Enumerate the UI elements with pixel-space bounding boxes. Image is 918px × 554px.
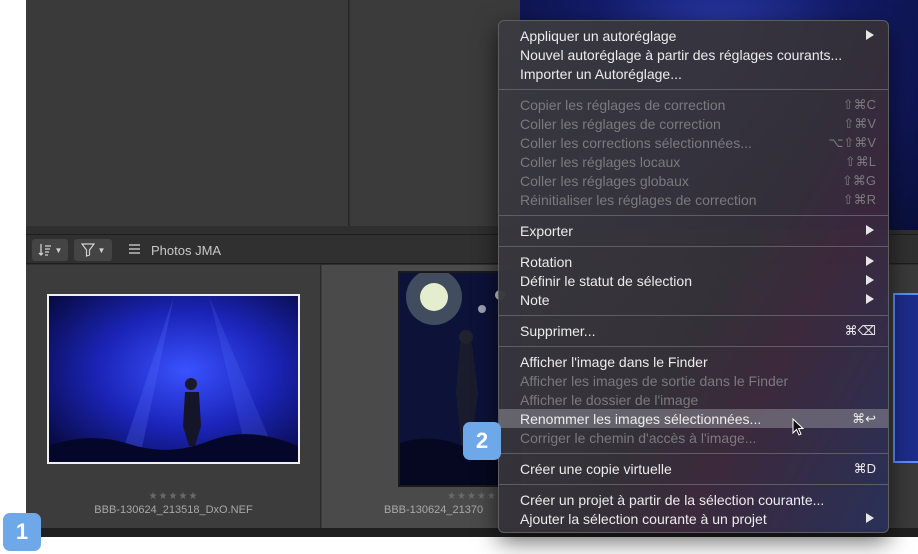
filter-icon <box>80 243 95 257</box>
menu-item-paste-local[interactable]: Coller les réglages locaux ⇧⌘L <box>499 152 888 171</box>
chevron-down-icon: ▼ <box>97 245 106 255</box>
folder-icon <box>129 244 140 254</box>
menu-separator <box>499 215 888 216</box>
submenu-arrow-icon <box>866 256 874 266</box>
menu-item-rating[interactable]: Note <box>499 290 888 309</box>
menu-item-label: Nouvel autoréglage à partir des réglages… <box>520 46 843 63</box>
menu-item-label: Importer un Autoréglage... <box>520 65 682 82</box>
menu-item-copy-settings[interactable]: Copier les réglages de correction ⇧⌘C <box>499 95 888 114</box>
submenu-arrow-icon <box>866 294 874 304</box>
menu-item-label: Ajouter la sélection courante à un proje… <box>520 510 767 527</box>
menu-item-label: Coller les réglages locaux <box>520 153 681 170</box>
menu-shortcut: ⇧⌘G <box>841 172 876 188</box>
menu-item-rename-selected[interactable]: Renommer les images sélectionnées... ⌘↩ <box>499 409 888 428</box>
menu-item-label: Créer une copie virtuelle <box>520 460 672 477</box>
menu-item-export[interactable]: Exporter <box>499 221 888 240</box>
submenu-arrow-icon <box>866 30 874 40</box>
menu-item-selection-status[interactable]: Définir le statut de sélection <box>499 271 888 290</box>
menu-item-show-in-finder[interactable]: Afficher l'image dans le Finder <box>499 352 888 371</box>
menu-item-label: Afficher les images de sortie dans le Fi… <box>520 372 789 389</box>
submenu-arrow-icon <box>866 513 874 523</box>
menu-item-delete[interactable]: Supprimer... ⌘⌫ <box>499 321 888 340</box>
chevron-down-icon: ▼ <box>54 245 63 255</box>
menu-shortcut: ⌥⇧⌘V <box>828 134 876 150</box>
menu-item-paste-settings[interactable]: Coller les réglages de correction ⇧⌘V <box>499 114 888 133</box>
menu-item-label: Rotation <box>520 253 573 270</box>
thumbnail-cell[interactable]: ★★★★★ BBB-130624_213518_DxO.NEF <box>26 265 321 528</box>
menu-separator <box>499 315 888 316</box>
menu-item-fix-path[interactable]: Corriger le chemin d'accès à l'image... <box>499 428 888 447</box>
menu-item-label: Définir le statut de sélection <box>520 272 692 289</box>
menu-item-show-output-in-finder[interactable]: Afficher les images de sortie dans le Fi… <box>499 371 888 390</box>
menu-item-virtual-copy[interactable]: Créer une copie virtuelle ⌘D <box>499 459 888 478</box>
submenu-arrow-icon <box>866 275 874 285</box>
context-menu: Appliquer un autoréglage Nouvel autorégl… <box>498 20 889 533</box>
menu-shortcut: ⇧⌘R <box>842 191 876 207</box>
menu-separator <box>499 246 888 247</box>
menu-item-label: Coller les réglages de correction <box>520 115 721 132</box>
step-badge-1: 1 <box>3 513 41 551</box>
folder-label: Photos JMA <box>151 243 222 258</box>
menu-shortcut: ⇧⌘L <box>844 153 876 169</box>
menu-item-label: Renommer les images sélectionnées... <box>520 410 762 427</box>
submenu-arrow-icon <box>866 225 874 235</box>
thumbnail-filename: BBB-130624_213518_DxO.NEF <box>94 504 253 516</box>
menu-item-apply-preset[interactable]: Appliquer un autoréglage <box>499 26 888 45</box>
step-badge-2: 2 <box>463 422 501 460</box>
sort-button[interactable]: ▼ <box>32 239 68 261</box>
menu-item-import-preset[interactable]: Importer un Autoréglage... <box>499 64 888 83</box>
menu-item-label: Afficher l'image dans le Finder <box>520 353 708 370</box>
menu-shortcut: ⇧⌘V <box>843 115 876 131</box>
menu-item-label: Exporter <box>520 222 573 239</box>
palette-panel <box>26 0 349 226</box>
menu-item-label: Copier les réglages de correction <box>520 96 726 113</box>
menu-item-label: Coller les réglages globaux <box>520 172 689 189</box>
menu-shortcut: ⇧⌘C <box>842 96 876 112</box>
thumbnail-filename: BBB-130624_21370 <box>384 504 484 516</box>
thumbnail-image[interactable] <box>47 294 300 464</box>
palette-panel-secondary <box>350 0 520 226</box>
menu-item-label: Supprimer... <box>520 322 596 339</box>
menu-item-new-preset[interactable]: Nouvel autoréglage à partir des réglages… <box>499 45 888 64</box>
menu-separator <box>499 484 888 485</box>
menu-shortcut: ⌘⌫ <box>844 322 876 338</box>
menu-item-paste-selected[interactable]: Coller les corrections sélectionnées... … <box>499 133 888 152</box>
menu-item-paste-global[interactable]: Coller les réglages globaux ⇧⌘G <box>499 171 888 190</box>
menu-item-label: Afficher le dossier de l'image <box>520 391 699 408</box>
sort-icon <box>38 244 51 256</box>
menu-shortcut: ⌘↩ <box>852 410 876 426</box>
menu-separator <box>499 89 888 90</box>
thumbnail-image[interactable] <box>893 293 918 463</box>
menu-item-label: Créer un projet à partir de la sélection… <box>520 491 825 508</box>
rating-stars[interactable]: ★★★★★ <box>26 491 321 502</box>
menu-item-rotation[interactable]: Rotation <box>499 252 888 271</box>
menu-item-create-project[interactable]: Créer un projet à partir de la sélection… <box>499 490 888 509</box>
menu-separator <box>499 453 888 454</box>
menu-item-label: Corriger le chemin d'accès à l'image... <box>520 429 757 446</box>
filter-button[interactable]: ▼ <box>74 239 112 261</box>
menu-item-add-to-project[interactable]: Ajouter la sélection courante à un proje… <box>499 509 888 528</box>
concert-photo <box>49 296 298 462</box>
menu-item-reset-settings[interactable]: Réinitialiser les réglages de correction… <box>499 190 888 209</box>
menu-item-label: Coller les corrections sélectionnées... <box>520 134 752 151</box>
menu-item-show-image-folder[interactable]: Afficher le dossier de l'image <box>499 390 888 409</box>
menu-item-label: Réinitialiser les réglages de correction <box>520 191 757 208</box>
menu-item-label: Appliquer un autoréglage <box>520 27 677 44</box>
mouse-pointer-icon <box>792 418 805 436</box>
menu-separator <box>499 346 888 347</box>
menu-shortcut: ⌘D <box>853 460 876 476</box>
thumbnail-cell-selected[interactable]: ★★★★★ BBB-130624_21370 <box>322 265 522 528</box>
menu-item-label: Note <box>520 291 550 308</box>
